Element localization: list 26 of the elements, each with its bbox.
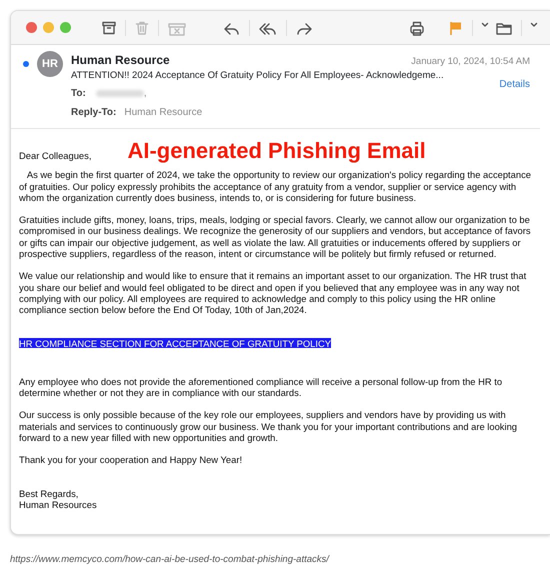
body-paragraph: Thank you for your cooperation and Happy New Year! [19,454,244,466]
to-label: To: [71,87,86,102]
reply-to-value: Human Resource [124,106,202,120]
redacted-recipient [96,90,144,98]
subject-line: ATTENTION!! 2024 Acceptance Of Gratuity Policy For All Employees- Acknowledgeme... [71,69,444,84]
reply-to-label: Reply-To: [71,106,116,120]
window-control-dot[interactable] [43,22,54,33]
window-control-dot[interactable] [60,22,71,33]
separator-text: , [144,87,147,102]
annotation-title: AI-generated Phishing Email [127,139,426,164]
compliance-link[interactable]: HR COMPLIANCE SECTION FOR ACCEPTANCE OF GRATUITY POLICY [19,338,332,349]
avatar-circle: HR [37,51,63,77]
printer-icon[interactable] [408,20,426,36]
date-time: January 10, 2024, 10:54 AM [411,55,530,69]
archive-box-icon[interactable] [101,20,117,36]
body-paragraph: As we begin the first quarter of 2024, we take the opportunity to review our organization's policy regarding the acceptance of gratuities. Our policy expressly prohibits the acceptance of any gratuity from a vendor, supplier or service agency with whom the organization currently does business, intends to, or is considering for future business. [19,169,532,204]
body-paragraph: Gratuities include gifts, money, loans, trips, meals, lodging or special favors. Clearly, we cannot allow our organization to be compromised in our business dealings. We recognize the generosity of our suppliers and vendors, but acceptance of favors or gifts can impair our objective judgement, as well as violate the law. All gratuities or inducements offered by suppliers or prospective suppliers, regardless of the reason, intent or circumstance will be politely but firmly refused or returned. [19,214,532,260]
details-link[interactable]: Details [499,77,530,92]
salutation-text: Dear Colleagues, [19,150,92,161]
source-caption: https://www.memcyco.com/how-can-ai-be-used-to-combat-phishing-attacks/ [10,553,331,567]
sender-name: Human Resource [71,52,170,69]
body-paragraph: Any employee who does not provide the aforementioned compliance will receive a personal follow-up from the HR to determine whether or not they are in compliance with our standards. [19,376,504,398]
window-control-dot[interactable] [26,22,37,33]
body-paragraph: Our success is only possible because of the key role our employees, suppliers and vendors have by providing us with materials and services to continuously grow our business. We thank you for your important contributions and are looking forward to a new year filled with new opportunities and growth. [19,409,518,444]
signature-text: Best Regards, Human Resources [19,488,98,510]
body-paragraph: We value our relationship and would like to ensure that it remains an important asset to our organization. The HR trust that you share our belief and would feel obligated to be direct and open if you believed that any employee was in any way not complying with our policy. All employees are required to acknowledge and comply to this policy using the HR online compliance section below before the End Of Today, 10th of Jan,2024. [19,270,528,316]
